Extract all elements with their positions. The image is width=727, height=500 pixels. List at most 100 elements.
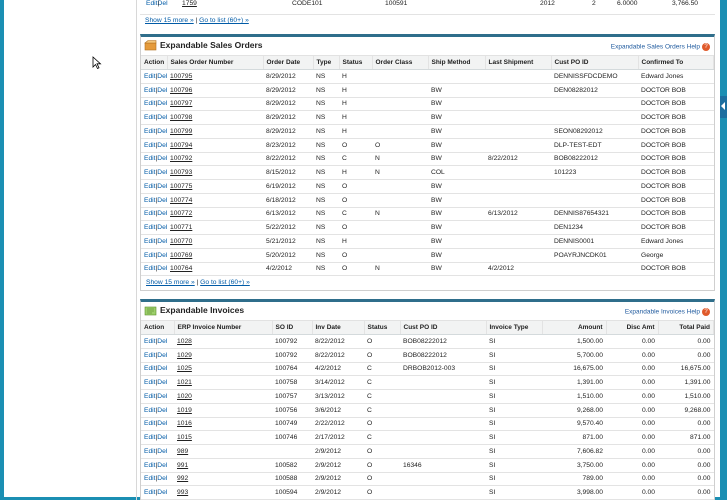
record-link[interactable]: 1016 xyxy=(177,420,192,427)
record-link[interactable]: 1021 xyxy=(177,379,192,386)
edit-link[interactable]: Edit xyxy=(144,100,156,107)
column-header[interactable]: Type xyxy=(313,56,340,70)
edit-link[interactable]: Edit xyxy=(144,265,156,272)
column-header[interactable]: Disc Amt xyxy=(606,321,659,335)
column-header[interactable]: SO ID xyxy=(272,321,313,335)
edit-link[interactable]: Edit xyxy=(144,73,156,80)
record-link[interactable]: 100772 xyxy=(170,210,192,217)
record-link[interactable]: 991 xyxy=(177,462,188,469)
delete-link[interactable]: Del xyxy=(157,252,167,259)
edit-link[interactable]: Edit xyxy=(144,393,156,400)
delete-link[interactable]: Del xyxy=(157,379,167,386)
edit-link[interactable]: Edit xyxy=(144,252,156,259)
delete-link[interactable]: Del xyxy=(157,489,167,496)
edit-link[interactable]: Edit xyxy=(144,224,156,231)
edit-link[interactable]: Edit xyxy=(144,128,156,135)
column-header[interactable]: Cust PO ID xyxy=(400,321,487,335)
record-link[interactable]: 1028 xyxy=(177,338,192,345)
delete-link[interactable]: Del xyxy=(157,155,167,162)
delete-link[interactable]: Del xyxy=(157,448,167,455)
delete-link[interactable]: Del xyxy=(157,224,167,231)
delete-link[interactable]: Del xyxy=(157,238,167,245)
column-header[interactable]: Total Paid xyxy=(658,321,714,335)
record-link[interactable]: 1020 xyxy=(177,393,192,400)
delete-link[interactable]: Del xyxy=(157,338,167,345)
record-link[interactable]: 100798 xyxy=(170,114,192,121)
record-link[interactable]: 100770 xyxy=(170,238,192,245)
column-header[interactable]: Sales Order Number xyxy=(167,56,264,70)
delete-link[interactable]: Del xyxy=(157,434,167,441)
edit-link[interactable]: Edit xyxy=(144,489,156,496)
record-link[interactable]: 989 xyxy=(177,448,188,455)
delete-link[interactable]: Del xyxy=(157,407,167,414)
edit-link[interactable]: Edit xyxy=(144,183,156,190)
delete-link[interactable]: Del xyxy=(157,87,167,94)
delete-link[interactable]: Del xyxy=(157,114,167,121)
invoices-help-link[interactable]: Expandable Invoices Help xyxy=(625,309,700,316)
edit-link[interactable]: Edit xyxy=(144,210,156,217)
sidebar-collapse-handle[interactable] xyxy=(720,96,727,118)
help-icon[interactable]: ? xyxy=(702,308,710,316)
column-header[interactable]: Status xyxy=(339,56,373,70)
delete-link[interactable]: Del xyxy=(157,73,167,80)
edit-link[interactable]: Edit xyxy=(144,238,156,245)
delete-link[interactable]: Del xyxy=(157,265,167,272)
record-link[interactable]: 1019 xyxy=(177,407,192,414)
edit-link[interactable]: Edit xyxy=(146,0,158,7)
edit-link[interactable]: Edit xyxy=(144,365,156,372)
delete-link[interactable]: Del xyxy=(157,128,167,135)
record-link[interactable]: 100775 xyxy=(170,183,192,190)
record-link[interactable]: 100794 xyxy=(170,142,192,149)
edit-link[interactable]: Edit xyxy=(144,87,156,94)
column-header[interactable]: Action xyxy=(141,56,168,70)
record-link[interactable]: 100764 xyxy=(170,265,192,272)
column-header[interactable]: Amount xyxy=(542,321,607,335)
column-header[interactable]: Inv Date xyxy=(312,321,365,335)
column-header[interactable]: Ship Method xyxy=(428,56,486,70)
go-to-list-link[interactable]: Go to list (60+) » xyxy=(199,17,249,24)
record-link[interactable]: 100796 xyxy=(170,87,192,94)
column-header[interactable]: ERP Invoice Number xyxy=(174,321,273,335)
edit-link[interactable]: Edit xyxy=(144,420,156,427)
record-link[interactable]: 992 xyxy=(177,475,188,482)
column-header[interactable]: Status xyxy=(364,321,401,335)
edit-link[interactable]: Edit xyxy=(144,197,156,204)
delete-link[interactable]: Del xyxy=(157,475,167,482)
edit-link[interactable]: Edit xyxy=(144,114,156,121)
delete-link[interactable]: Del xyxy=(157,197,167,204)
edit-link[interactable]: Edit xyxy=(144,379,156,386)
show-more-link[interactable]: Show 15 more » xyxy=(145,17,194,24)
column-header[interactable]: Action xyxy=(141,321,175,335)
record-link[interactable]: 100795 xyxy=(170,73,192,80)
record-link[interactable]: 100799 xyxy=(170,128,192,135)
record-link[interactable]: 1759 xyxy=(182,0,197,7)
column-header[interactable]: Order Date xyxy=(263,56,314,70)
delete-link[interactable]: Del xyxy=(157,393,167,400)
show-more-link[interactable]: Show 15 more » xyxy=(146,279,195,286)
edit-link[interactable]: Edit xyxy=(144,338,156,345)
delete-link[interactable]: Del xyxy=(157,142,167,149)
record-link[interactable]: 1025 xyxy=(177,365,192,372)
delete-link[interactable]: Del xyxy=(157,420,167,427)
delete-link[interactable]: Del xyxy=(157,100,167,107)
edit-link[interactable]: Edit xyxy=(144,475,156,482)
edit-link[interactable]: Edit xyxy=(144,462,156,469)
edit-link[interactable]: Edit xyxy=(144,155,156,162)
column-header[interactable]: Confirmed To xyxy=(638,56,714,70)
record-link[interactable]: 1015 xyxy=(177,434,192,441)
edit-link[interactable]: Edit xyxy=(144,142,156,149)
record-link[interactable]: 993 xyxy=(177,489,188,496)
record-link[interactable]: 100771 xyxy=(170,224,192,231)
sales-orders-help-link[interactable]: Expandable Sales Orders Help xyxy=(611,44,700,51)
delete-link[interactable]: Del xyxy=(157,169,167,176)
record-link[interactable]: 100769 xyxy=(170,252,192,259)
delete-link[interactable]: Del xyxy=(157,352,167,359)
column-header[interactable]: Order Class xyxy=(372,56,429,70)
record-link[interactable]: 1029 xyxy=(177,352,192,359)
go-to-list-link[interactable]: Go to list (60+) » xyxy=(200,279,250,286)
record-link[interactable]: 100774 xyxy=(170,197,192,204)
delete-link[interactable]: Del xyxy=(157,365,167,372)
delete-link[interactable]: Del xyxy=(157,210,167,217)
edit-link[interactable]: Edit xyxy=(144,169,156,176)
record-link[interactable]: 100793 xyxy=(170,169,192,176)
